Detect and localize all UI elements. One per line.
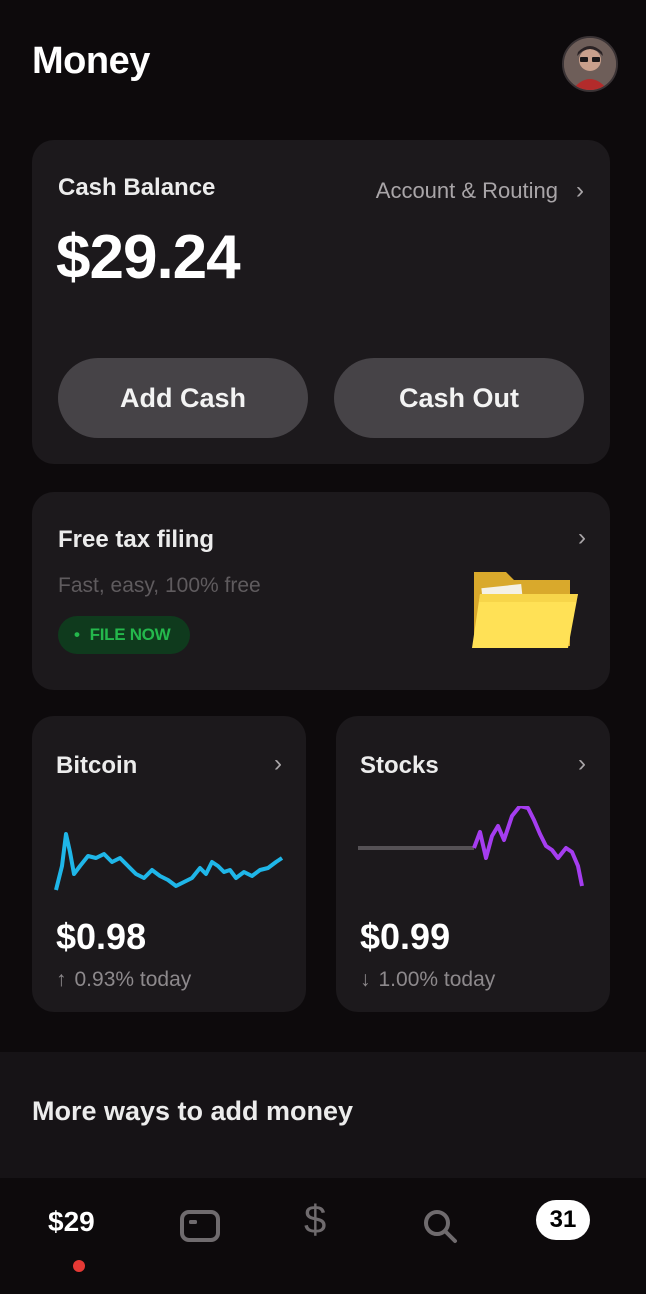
bitcoin-card[interactable]: Bitcoin › $0.98 ↑ 0.93% today: [32, 716, 306, 1012]
bitcoin-sparkline: [54, 832, 284, 891]
file-now-badge[interactable]: • FILE NOW: [58, 616, 191, 654]
arrow-down-icon: ↓: [360, 968, 371, 991]
search-icon: [424, 1210, 457, 1243]
bitcoin-change-label: 0.93% today: [74, 968, 192, 991]
stocks-title: Stocks: [360, 752, 439, 779]
bottom-tab-bar: $29 $ 31: [0, 1178, 646, 1294]
tab-search[interactable]: [420, 1206, 460, 1246]
cash-out-button[interactable]: Cash Out: [334, 358, 584, 438]
avatar-image: [564, 38, 616, 90]
arrow-up-icon: ↑: [56, 968, 67, 991]
tab-pay[interactable]: $: [304, 1198, 326, 1243]
tax-card-subtitle: Fast, easy, 100% free: [58, 574, 261, 597]
chevron-right-icon: ›: [578, 750, 586, 777]
cash-balance-card: Cash Balance Account & Routing › $29.24 …: [32, 140, 610, 464]
avatar[interactable]: [562, 36, 618, 92]
bitcoin-amount: $0.98: [56, 916, 147, 957]
card-icon: [180, 1210, 220, 1242]
add-cash-button[interactable]: Add Cash: [58, 358, 308, 438]
account-routing-label: Account & Routing: [375, 178, 558, 203]
money-screen: Money Cash Balance Account & Routing › $…: [0, 0, 646, 1294]
tab-money[interactable]: $29: [48, 1206, 95, 1238]
bitcoin-change: ↑ 0.93% today: [56, 968, 191, 992]
file-now-label: FILE NOW: [89, 625, 171, 644]
chevron-right-icon: ›: [274, 750, 282, 777]
more-ways-title: More ways to add money: [32, 1096, 354, 1126]
cash-balance-amount: $29.24: [56, 223, 241, 292]
account-routing-link[interactable]: Account & Routing ›: [376, 178, 584, 204]
folder-icon: [472, 572, 578, 648]
page-title: Money: [32, 40, 150, 82]
cash-balance-label: Cash Balance: [58, 174, 216, 201]
dollar-icon: $: [304, 1198, 327, 1242]
stocks-change: ↓ 1.00% today: [360, 968, 495, 992]
stocks-change-label: 1.00% today: [378, 968, 496, 991]
bitcoin-title: Bitcoin: [56, 752, 138, 779]
tax-card-title: Free tax filing: [58, 526, 215, 553]
stocks-sparkline: [358, 806, 584, 887]
chevron-right-icon: ›: [576, 177, 584, 204]
notification-dot: [73, 1260, 85, 1272]
tab-card[interactable]: [178, 1206, 222, 1246]
stocks-card[interactable]: Stocks › $0.99 ↓ 1.00% today: [336, 716, 610, 1012]
stocks-amount: $0.99: [360, 916, 451, 957]
free-tax-filing-card[interactable]: Free tax filing Fast, easy, 100% free › …: [32, 492, 610, 690]
chevron-right-icon: ›: [578, 524, 586, 551]
tab-activity[interactable]: 31: [536, 1200, 590, 1240]
plus-icon: •: [74, 625, 80, 644]
